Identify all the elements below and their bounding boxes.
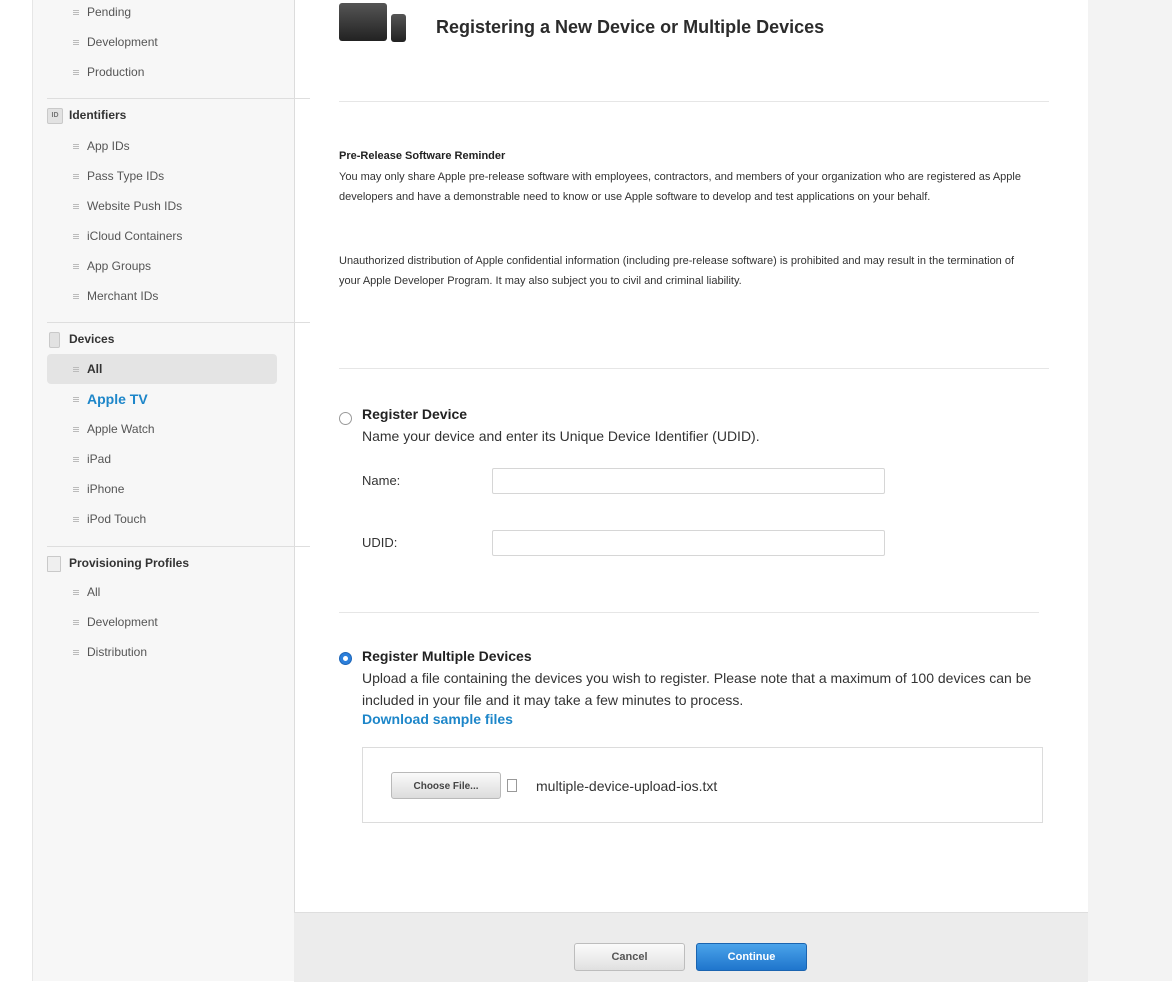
register-device-description: Name your device and enter its Unique De… [362,428,760,444]
divider [339,612,1039,613]
register-device-radio[interactable] [339,412,352,425]
sidebar-item-profiles-development[interactable]: Development [47,607,277,637]
sidebar-item-pass-type-ids[interactable]: Pass Type IDs [47,161,277,191]
continue-button[interactable]: Continue [696,943,807,971]
bullet-icon [73,234,79,239]
sidebar-item-development[interactable]: Development [47,27,277,57]
tablet-icon [339,3,387,41]
sidebar-divider [47,98,310,99]
sidebar-item-pending[interactable]: Pending [47,0,277,27]
bullet-icon [73,40,79,45]
divider [339,101,1049,102]
right-margin [1088,0,1172,981]
bullet-icon [73,367,79,372]
bullet-icon [73,650,79,655]
reminder-paragraph-2: Unauthorized distribution of Apple confi… [339,255,1015,287]
divider [339,368,1049,369]
sidebar-item-profiles-all[interactable]: All [47,577,277,607]
sidebar-item-apple-tv[interactable]: Apple TV [47,384,277,414]
bullet-icon [73,397,79,402]
sidebar-item-app-ids[interactable]: App IDs [47,131,277,161]
sidebar-item-website-push-ids[interactable]: Website Push IDs [47,191,277,221]
bullet-icon [73,174,79,179]
sidebar-divider [47,322,310,323]
sidebar-item-icloud-containers[interactable]: iCloud Containers [47,221,277,251]
register-multiple-title: Register Multiple Devices [362,648,532,664]
sidebar-item-merchant-ids[interactable]: Merchant IDs [47,281,277,311]
download-sample-files-link[interactable]: Download sample files [362,711,513,727]
footer-bar: Cancel Continue [294,912,1088,982]
bullet-icon [73,264,79,269]
phone-icon [391,14,406,42]
sidebar-item-profiles-distribution[interactable]: Distribution [47,637,277,667]
left-margin [0,0,8,981]
name-label: Name: [362,473,401,488]
id-icon: ID [47,108,63,124]
page-title: Registering a New Device or Multiple Dev… [436,17,825,37]
reminder-title: Pre-Release Software Reminder [339,150,506,162]
phone-icon [49,332,60,348]
sidebar-item-app-groups[interactable]: App Groups [47,251,277,281]
bullet-icon [73,10,79,15]
bullet-icon [73,590,79,595]
choose-file-button[interactable]: Choose File... [391,772,501,799]
bullet-icon [73,70,79,75]
sidebar-item-ipod-touch[interactable]: iPod Touch [47,504,277,534]
bullet-icon [73,204,79,209]
bullet-icon [73,457,79,462]
sidebar-section-identifiers[interactable]: ID Identifiers [47,100,277,130]
sidebar-section-provisioning-profiles[interactable]: Provisioning Profiles [47,548,277,578]
sidebar-item-devices-all[interactable]: All [47,354,277,384]
name-input[interactable] [492,468,885,494]
bullet-icon [73,487,79,492]
sidebar: Pending Development Production ID Identi… [32,0,310,981]
bullet-icon [73,294,79,299]
sidebar-section-devices[interactable]: Devices [47,324,277,354]
register-multiple-radio[interactable] [339,652,352,665]
file-icon [507,779,517,792]
selected-file-name: multiple-device-upload-ios.txt [536,778,718,794]
document-icon [47,556,61,572]
register-device-title: Register Device [362,406,468,422]
register-multiple-description: Upload a file containing the devices you… [362,670,1032,708]
bullet-icon [73,517,79,522]
sidebar-item-apple-watch[interactable]: Apple Watch [47,414,277,444]
udid-input[interactable] [492,530,885,556]
cancel-button[interactable]: Cancel [574,943,685,971]
sidebar-item-ipad[interactable]: iPad [47,444,277,474]
udid-label: UDID: [362,535,398,550]
file-upload-box: Choose File... multiple-device-upload-io… [362,747,1043,823]
sidebar-item-production[interactable]: Production [47,57,277,87]
bullet-icon [73,620,79,625]
bullet-icon [73,144,79,149]
reminder-paragraph-1: You may only share Apple pre-release sof… [339,171,1021,203]
sidebar-item-iphone[interactable]: iPhone [47,474,277,504]
bullet-icon [73,427,79,432]
sidebar-divider [47,546,310,547]
